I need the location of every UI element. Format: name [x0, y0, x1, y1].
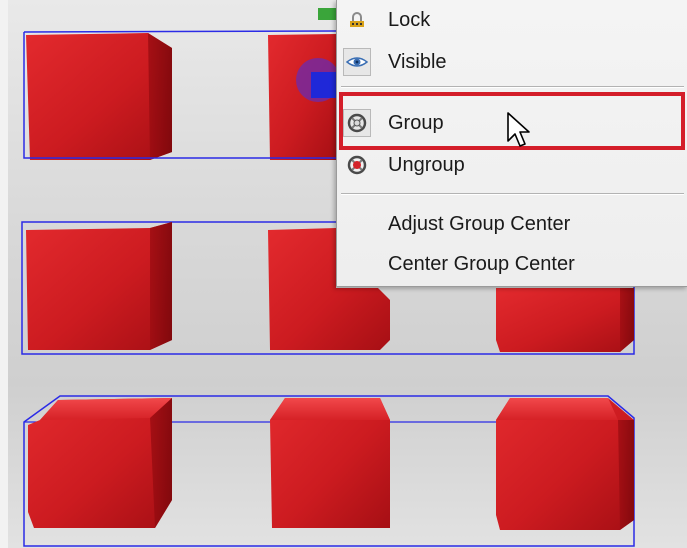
menu-item-label: Center Group Center [388, 252, 575, 275]
bounding-box [23, 30, 337, 33]
cube[interactable] [26, 222, 172, 350]
menu-item-label: Lock [388, 8, 431, 31]
menu-item-label: Ungroup [388, 153, 465, 176]
eye-icon [343, 48, 371, 76]
cube[interactable] [28, 398, 172, 528]
menu-item-visible[interactable]: Visible [337, 42, 687, 82]
menu-separator [341, 193, 684, 195]
ungroup-icon [343, 151, 371, 179]
menu-item-adjust-group-center[interactable]: Adjust Group Center [337, 204, 687, 244]
menu-item-ungroup[interactable]: Ungroup [337, 145, 687, 185]
cube-row-1[interactable] [23, 30, 337, 160]
cube[interactable] [270, 398, 390, 528]
menu-item-label: Adjust Group Center [388, 212, 571, 235]
menu-item-label: Visible [388, 50, 447, 73]
cube[interactable] [26, 33, 172, 160]
cube[interactable] [496, 288, 634, 352]
lock-icon [343, 6, 371, 34]
menu-item-label: Group [388, 111, 444, 134]
menu-item-lock[interactable]: Lock [337, 0, 687, 40]
menu-separator [341, 86, 684, 88]
menu-item-center-group-center[interactable]: Center Group Center [337, 244, 687, 284]
cube[interactable] [496, 398, 634, 530]
cube-row-3[interactable] [23, 395, 635, 547]
group-icon [343, 109, 371, 137]
mouse-cursor-icon [507, 112, 530, 147]
